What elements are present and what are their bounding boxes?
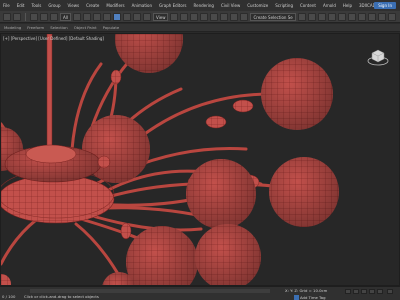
reference-coordinate-dropdown[interactable]: View — [152, 12, 169, 21]
menu-help[interactable]: Help — [343, 0, 352, 11]
sphere-bottom-corner — [1, 274, 11, 285]
named-selection-dropdown[interactable]: Create Selection Se — [250, 12, 296, 21]
central-hub — [1, 144, 115, 224]
time-tag-icon — [294, 295, 299, 300]
menu-content[interactable]: Content — [300, 0, 316, 11]
angle-snap-icon[interactable] — [210, 12, 219, 21]
schematic-view-icon[interactable] — [347, 12, 356, 21]
main-toolbar: All View Create Selection Se — [0, 11, 400, 23]
ribbon-bar: Modeling Freeform Selection Object Paint… — [0, 24, 400, 32]
percent-snap-icon[interactable] — [220, 12, 229, 21]
menu-create[interactable]: Create — [86, 0, 99, 11]
select-object-icon[interactable] — [72, 12, 81, 21]
menu-modifiers[interactable]: Modifiers — [106, 0, 124, 11]
align-icon[interactable] — [307, 12, 316, 21]
sphere-bottom-right — [195, 224, 261, 285]
sphere-bottom-middle — [126, 226, 198, 285]
ribbon-tab-selection[interactable]: Selection — [50, 24, 68, 32]
perspective-viewport[interactable]: [+] [Perspective] [User Defined] [Defaul… — [0, 33, 400, 286]
frame-counter: 0 / 100 — [2, 294, 16, 299]
redo-icon[interactable] — [13, 12, 21, 21]
select-by-name-icon[interactable] — [82, 12, 91, 21]
menu-animation[interactable]: Animation — [132, 0, 152, 11]
selection-region-icon[interactable] — [92, 12, 101, 21]
menu-customize[interactable]: Customize — [247, 0, 268, 11]
menu-arnold[interactable]: Arnold — [323, 0, 336, 11]
menu-graph-editors[interactable]: Graph Editors — [159, 0, 186, 11]
next-frame-icon[interactable] — [369, 289, 375, 294]
menu-bar: File Edit Tools Group Views Create Modif… — [0, 0, 400, 11]
sign-in-button[interactable]: Sign In — [374, 2, 396, 9]
ribbon-tab-object-paint[interactable]: Object Paint — [74, 24, 97, 32]
app-window: File Edit Tools Group Views Create Modif… — [0, 0, 400, 300]
link-icon[interactable] — [30, 12, 38, 21]
edit-named-selection-icon[interactable] — [240, 12, 249, 21]
menu-tools[interactable]: Tools — [31, 0, 41, 11]
rotate-icon[interactable] — [122, 12, 131, 21]
sphere-upper-right — [261, 58, 333, 130]
ribbon-tab-freeform[interactable]: Freeform — [27, 24, 44, 32]
window-crossing-icon[interactable] — [102, 12, 111, 21]
status-bar: 0 / 100 Click or click-and-drag to selec… — [0, 286, 400, 300]
ribbon-tab-modeling[interactable]: Modeling — [4, 24, 21, 32]
scale-icon[interactable] — [132, 12, 141, 21]
ribbon-tab-populate[interactable]: Populate — [103, 24, 120, 32]
menu-3dxcad[interactable]: 3DXCAD — [359, 0, 376, 11]
timeline-track[interactable] — [30, 289, 270, 293]
mirror-icon[interactable] — [297, 12, 306, 21]
toggle-ribbon-icon[interactable] — [327, 12, 336, 21]
toolbar-divider — [25, 12, 26, 21]
rendered-frame-icon[interactable] — [377, 12, 386, 21]
coordinate-readout: X: Y: Z: Grid = 10.0cm — [285, 288, 328, 293]
render-setup-icon[interactable] — [367, 12, 376, 21]
go-to-start-icon[interactable] — [345, 289, 351, 294]
menu-civil-view[interactable]: Civil View — [221, 0, 240, 11]
keyboard-shortcut-icon[interactable] — [190, 12, 199, 21]
sphere-right — [269, 157, 339, 227]
pivot-icon[interactable] — [170, 12, 179, 21]
viewcube-icon[interactable] — [367, 46, 389, 68]
sphere-center — [186, 159, 256, 229]
undo-icon[interactable] — [3, 12, 11, 21]
snaps-toggle-icon[interactable] — [200, 12, 209, 21]
center-rod — [46, 34, 53, 165]
zoom-extents-icon[interactable] — [387, 289, 393, 294]
unlink-icon[interactable] — [40, 12, 48, 21]
chandelier-model[interactable] — [1, 34, 400, 286]
layer-explorer-icon[interactable] — [317, 12, 326, 21]
go-to-end-icon[interactable] — [377, 289, 383, 294]
prompt-line: Click or click-and-drag to select object… — [24, 294, 99, 299]
menu-file[interactable]: File — [3, 0, 10, 11]
menu-scripting[interactable]: Scripting — [275, 0, 293, 11]
selection-filter-dropdown[interactable]: All — [60, 12, 71, 21]
add-time-tag-button[interactable]: Add Time Tag — [300, 295, 325, 300]
previous-frame-icon[interactable] — [353, 289, 359, 294]
select-manipulate-icon[interactable] — [180, 12, 189, 21]
play-icon[interactable] — [361, 289, 367, 294]
spinner-snap-icon[interactable] — [230, 12, 239, 21]
move-icon[interactable] — [112, 12, 121, 21]
menu-rendering[interactable]: Rendering — [194, 0, 214, 11]
menu-edit[interactable]: Edit — [17, 0, 25, 11]
menu-views[interactable]: Views — [68, 0, 80, 11]
material-editor-icon[interactable] — [357, 12, 366, 21]
curve-editor-icon[interactable] — [337, 12, 346, 21]
viewport-label[interactable]: [+] [Perspective] [User Defined] [Defaul… — [3, 36, 104, 41]
render-icon[interactable] — [387, 12, 396, 21]
placement-icon[interactable] — [142, 12, 151, 21]
bind-space-warp-icon[interactable] — [50, 12, 58, 21]
menu-group[interactable]: Group — [48, 0, 60, 11]
